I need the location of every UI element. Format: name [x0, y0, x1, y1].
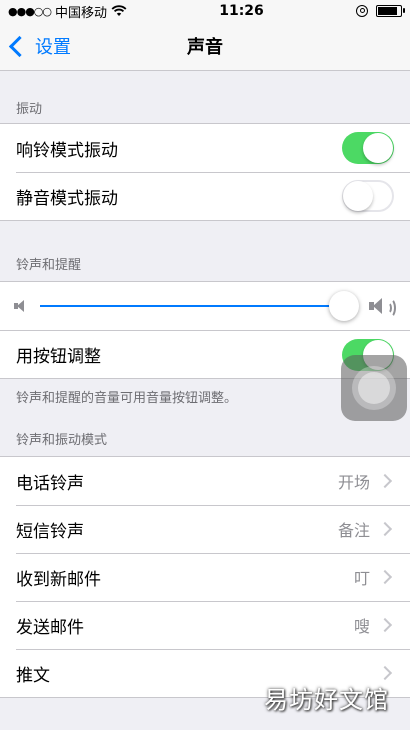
back-button-label: 设置 — [35, 37, 71, 58]
row-vibrate-on-ring: 响铃模式振动 — [0, 124, 410, 172]
status-time: 11:26 — [219, 3, 264, 19]
chevron-right-icon — [377, 473, 393, 489]
row-label: 静音模式振动 — [16, 188, 118, 209]
section-header-ringer: 铃声和提醒 — [16, 258, 82, 273]
status-bar: ●●●○○ 中国移动 11:26 — [0, 0, 410, 22]
battery-icon — [376, 5, 405, 17]
patterns-group: 电话铃声 开场 短信铃声 备注 收到新邮件 叮 发送邮件 嗖 推文 — [0, 456, 410, 698]
rotation-lock-icon — [356, 5, 368, 17]
page-title: 声音 — [187, 37, 223, 58]
vibrate-on-silent-toggle[interactable] — [342, 180, 394, 212]
wifi-icon — [111, 5, 127, 16]
row-label: 发送邮件 — [16, 617, 84, 638]
row-label: 响铃模式振动 — [16, 140, 118, 161]
row-text-tone[interactable]: 短信铃声 备注 — [0, 505, 410, 553]
navigation-bar: 设置 声音 — [0, 22, 410, 71]
row-value: 开场 — [337, 473, 370, 492]
row-label: 短信铃声 — [16, 521, 84, 542]
status-left: ●●●○○ 中国移动 — [8, 2, 127, 21]
row-new-mail[interactable]: 收到新邮件 叮 — [0, 553, 410, 601]
assistive-touch-button[interactable] — [341, 355, 407, 421]
row-label: 电话铃声 — [16, 473, 84, 494]
volume-low-icon — [14, 300, 24, 312]
chevron-left-icon — [8, 35, 31, 57]
row-value: 备注 — [337, 521, 370, 540]
chevron-right-icon — [377, 617, 393, 633]
row-ringtone[interactable]: 电话铃声 开场 — [0, 457, 410, 505]
slider-fill — [40, 305, 345, 307]
chevron-right-icon — [377, 569, 393, 585]
status-right — [356, 5, 405, 17]
back-button[interactable]: 设置 — [8, 22, 71, 70]
section-header-vibrate: 振动 — [16, 102, 43, 117]
signal-strength-icon: ●●●○○ — [8, 4, 52, 18]
row-value: 嗖 — [353, 617, 370, 636]
row-vibrate-on-silent: 静音模式振动 — [0, 172, 410, 220]
row-sent-mail[interactable]: 发送邮件 嗖 — [0, 601, 410, 649]
slider-thumb[interactable] — [329, 291, 360, 321]
assistive-touch-icon — [352, 366, 396, 410]
chevron-right-icon — [377, 521, 393, 537]
chevron-right-icon — [377, 665, 393, 681]
watermark: 易坊好文馆 — [264, 686, 389, 714]
vibrate-on-ring-toggle[interactable] — [342, 132, 394, 164]
toggle-knob — [343, 181, 373, 211]
volume-high-icon — [369, 298, 396, 318]
carrier-name: 中国移动 — [55, 5, 108, 21]
row-value: 叮 — [353, 569, 370, 588]
row-label: 收到新邮件 — [16, 569, 101, 590]
ringer-volume-slider[interactable] — [40, 291, 360, 321]
toggle-knob — [363, 133, 393, 163]
ringer-volume-row — [0, 282, 410, 330]
vibrate-group: 响铃模式振动 静音模式振动 — [0, 123, 410, 221]
row-label: 用按钮调整 — [16, 347, 101, 367]
